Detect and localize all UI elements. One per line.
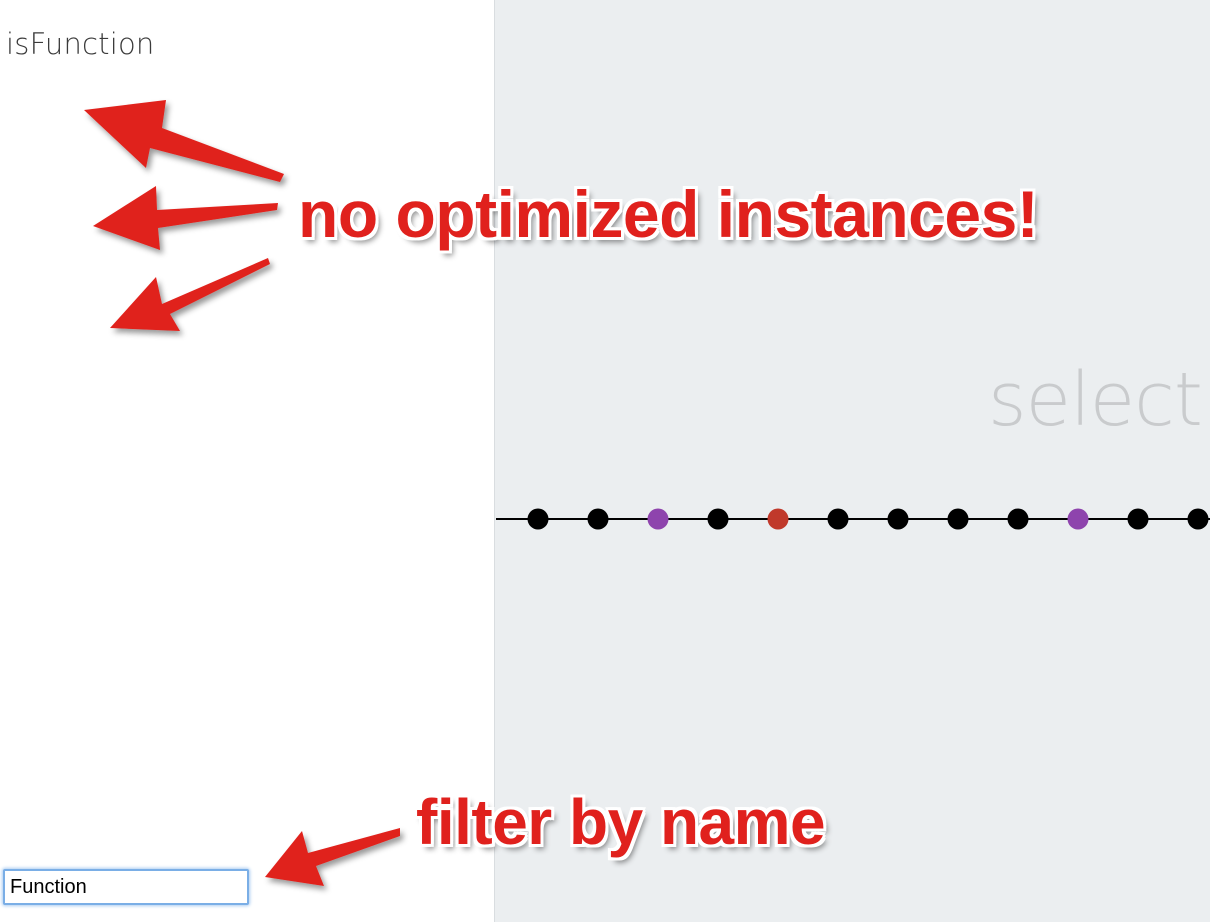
timeline-dot[interactable] xyxy=(1067,508,1089,530)
annotation-no-optimized-instances: no optimized instances! xyxy=(298,177,1039,251)
timeline-dot[interactable] xyxy=(1187,508,1209,530)
timeline-dot[interactable] xyxy=(947,508,969,530)
filter-input[interactable] xyxy=(3,869,249,905)
timeline-dot[interactable] xyxy=(527,508,549,530)
timeline xyxy=(496,508,1210,530)
timeline-dot[interactable] xyxy=(587,508,609,530)
annotation-filter-by-name: filter by name xyxy=(416,786,826,858)
function-list-pane: isFunction xyxy=(0,0,494,922)
timeline-dot[interactable] xyxy=(1007,508,1029,530)
select-placeholder: select xyxy=(988,357,1203,443)
detail-pane xyxy=(494,0,1210,922)
timeline-dot[interactable] xyxy=(1127,508,1149,530)
timeline-dot[interactable] xyxy=(707,508,729,530)
timeline-dot[interactable] xyxy=(647,508,669,530)
function-list-item[interactable]: isFunction xyxy=(6,27,155,61)
timeline-dot[interactable] xyxy=(767,508,789,530)
page: isFunction select no optimized instances… xyxy=(0,0,1210,922)
timeline-dot[interactable] xyxy=(887,508,909,530)
timeline-dot[interactable] xyxy=(827,508,849,530)
